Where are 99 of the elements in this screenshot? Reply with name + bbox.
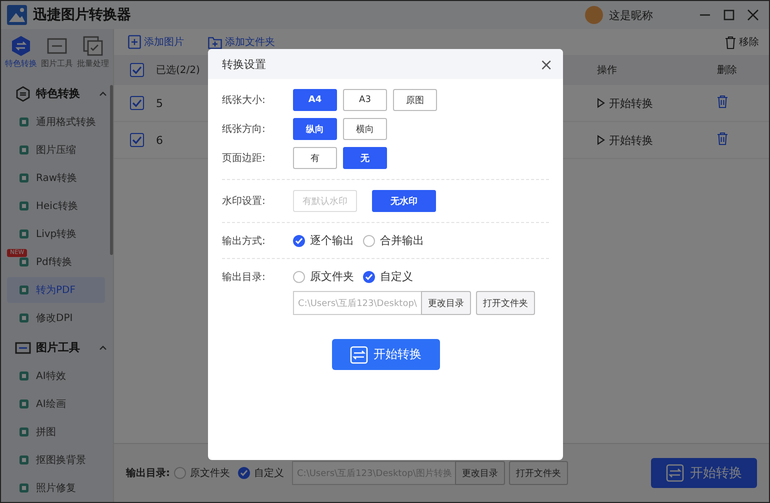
- file-name: 6: [156, 134, 163, 146]
- plus-icon: [128, 35, 141, 49]
- trash-icon[interactable]: [717, 95, 728, 108]
- user-name[interactable]: 这是昵称: [609, 8, 653, 22]
- sidebar-tab[interactable]: 特色转换: [5, 35, 37, 69]
- sidebar-item[interactable]: AI绘画: [7, 391, 105, 417]
- square-icon: [19, 285, 29, 295]
- sidebar-item[interactable]: 拼图: [7, 419, 105, 445]
- option-button[interactable]: 有: [293, 147, 337, 169]
- start-button[interactable]: 开始转换: [332, 339, 440, 370]
- sidebar-tab[interactable]: 批量处理: [77, 35, 109, 69]
- option-button[interactable]: 无: [343, 147, 387, 169]
- convert-icon: [666, 464, 684, 482]
- sidebar-item[interactable]: 转为PDF: [7, 277, 105, 303]
- square-icon: [19, 399, 29, 409]
- trash-icon[interactable]: [717, 132, 728, 145]
- folder-icon: [208, 36, 222, 48]
- group-title[interactable]: 图片工具: [36, 340, 80, 355]
- sidebar-item[interactable]: 图片压缩: [7, 137, 105, 163]
- convert-icon: [350, 346, 368, 364]
- option-label: 合并输出: [380, 233, 424, 248]
- radio-button[interactable]: [238, 467, 250, 479]
- add-image-button[interactable]: 添加图片: [128, 35, 184, 49]
- layers-icon: [82, 35, 104, 57]
- option-label: 自定义: [254, 466, 284, 480]
- setting-label: 纸张方向:: [222, 122, 266, 136]
- file-name: 5: [156, 96, 163, 110]
- radio-button[interactable]: [293, 234, 305, 246]
- change-folder-button[interactable]: 更改目录: [454, 461, 505, 485]
- square-icon: [19, 427, 29, 437]
- sidebar-item[interactable]: Livp转换: [7, 221, 105, 247]
- output-label: 输出目录:: [126, 466, 170, 480]
- radio-button[interactable]: [363, 270, 375, 282]
- add-folder-button[interactable]: 添加文件夹: [208, 35, 275, 49]
- radio-button[interactable]: [174, 467, 186, 479]
- group-title[interactable]: 特色转换: [36, 86, 80, 101]
- play-icon: [597, 135, 605, 145]
- dialog-title: 转换设置: [222, 56, 266, 72]
- option-label: 原文件夹: [310, 269, 354, 284]
- option-label: 自定义: [380, 269, 413, 284]
- start-link[interactable]: 开始转换: [597, 132, 717, 148]
- app-title: 迅捷图片转换器: [33, 6, 131, 24]
- sidebar-item[interactable]: 修改DPI: [7, 305, 105, 331]
- app-logo-icon: [7, 5, 27, 25]
- square-icon: [19, 173, 29, 183]
- square-icon: [19, 145, 29, 155]
- option-label: 原文件夹: [190, 466, 230, 480]
- column-header: 删除: [717, 64, 738, 77]
- sidebar-item[interactable]: 通用格式转换: [7, 109, 105, 135]
- sidebar-item[interactable]: 抠图换背景: [7, 447, 105, 473]
- play-icon: [597, 98, 605, 108]
- option-button[interactable]: 无水印: [372, 190, 436, 212]
- option-button[interactable]: 纵向: [293, 118, 337, 140]
- option-button[interactable]: A3: [343, 89, 387, 111]
- sidebar-item[interactable]: AI特效: [7, 363, 105, 389]
- hexagon-icon: [15, 86, 31, 102]
- square-icon: [19, 201, 29, 211]
- square-icon: [19, 117, 29, 127]
- trash-icon: [725, 36, 736, 48]
- remove-button[interactable]: 移除: [725, 35, 759, 49]
- setting-label: 水印设置:: [222, 194, 266, 208]
- option-label: 逐个输出: [310, 233, 354, 248]
- radio-button[interactable]: [363, 234, 375, 246]
- square-icon: [19, 455, 29, 465]
- sidebar-item[interactable]: Heic转换: [7, 193, 105, 219]
- setting-label: 纸张大小:: [222, 94, 266, 107]
- maximize-icon: [723, 9, 735, 21]
- square-icon: [19, 257, 29, 267]
- open-folder-button[interactable]: 打开文件夹: [476, 291, 535, 315]
- checkbox[interactable]: [130, 96, 144, 110]
- close-icon: [747, 9, 759, 21]
- start-link[interactable]: 开始转换: [597, 96, 717, 110]
- square-icon: [19, 313, 29, 323]
- sidebar-item[interactable]: 照片修复: [7, 475, 105, 501]
- checkbox[interactable]: [130, 63, 144, 77]
- square-icon: [19, 371, 29, 381]
- avatar[interactable]: [585, 6, 603, 24]
- radio-button[interactable]: [293, 270, 305, 282]
- column-header: 操作: [597, 64, 618, 77]
- sidebar-item[interactable]: Raw转换: [7, 165, 105, 191]
- sidebar-tab[interactable]: 图片工具: [41, 35, 73, 69]
- hexagon-icon: [10, 35, 32, 57]
- setting-label: 页面边距:: [222, 152, 266, 165]
- path-field[interactable]: C:\Users\互盾123\Desktop\: [293, 291, 422, 315]
- square-icon: [19, 483, 29, 493]
- open-folder-button[interactable]: 打开文件夹: [508, 461, 568, 485]
- start-button[interactable]: 开始转换: [651, 458, 757, 488]
- square-icon: [19, 229, 29, 239]
- checkbox[interactable]: [130, 133, 144, 147]
- option-button[interactable]: 原图: [393, 89, 437, 111]
- setting-label: 输出目录:: [222, 270, 266, 284]
- close-button[interactable]: ×: [540, 54, 553, 74]
- option-button[interactable]: A4: [293, 89, 337, 111]
- option-button[interactable]: 横向: [343, 118, 387, 140]
- setting-label: 输出方式:: [222, 234, 266, 248]
- column-header: 已选(2/2): [156, 64, 200, 77]
- scrollbar[interactable]: [110, 85, 113, 255]
- frame-icon: [15, 340, 31, 356]
- change-folder-button[interactable]: 更改目录: [420, 291, 471, 315]
